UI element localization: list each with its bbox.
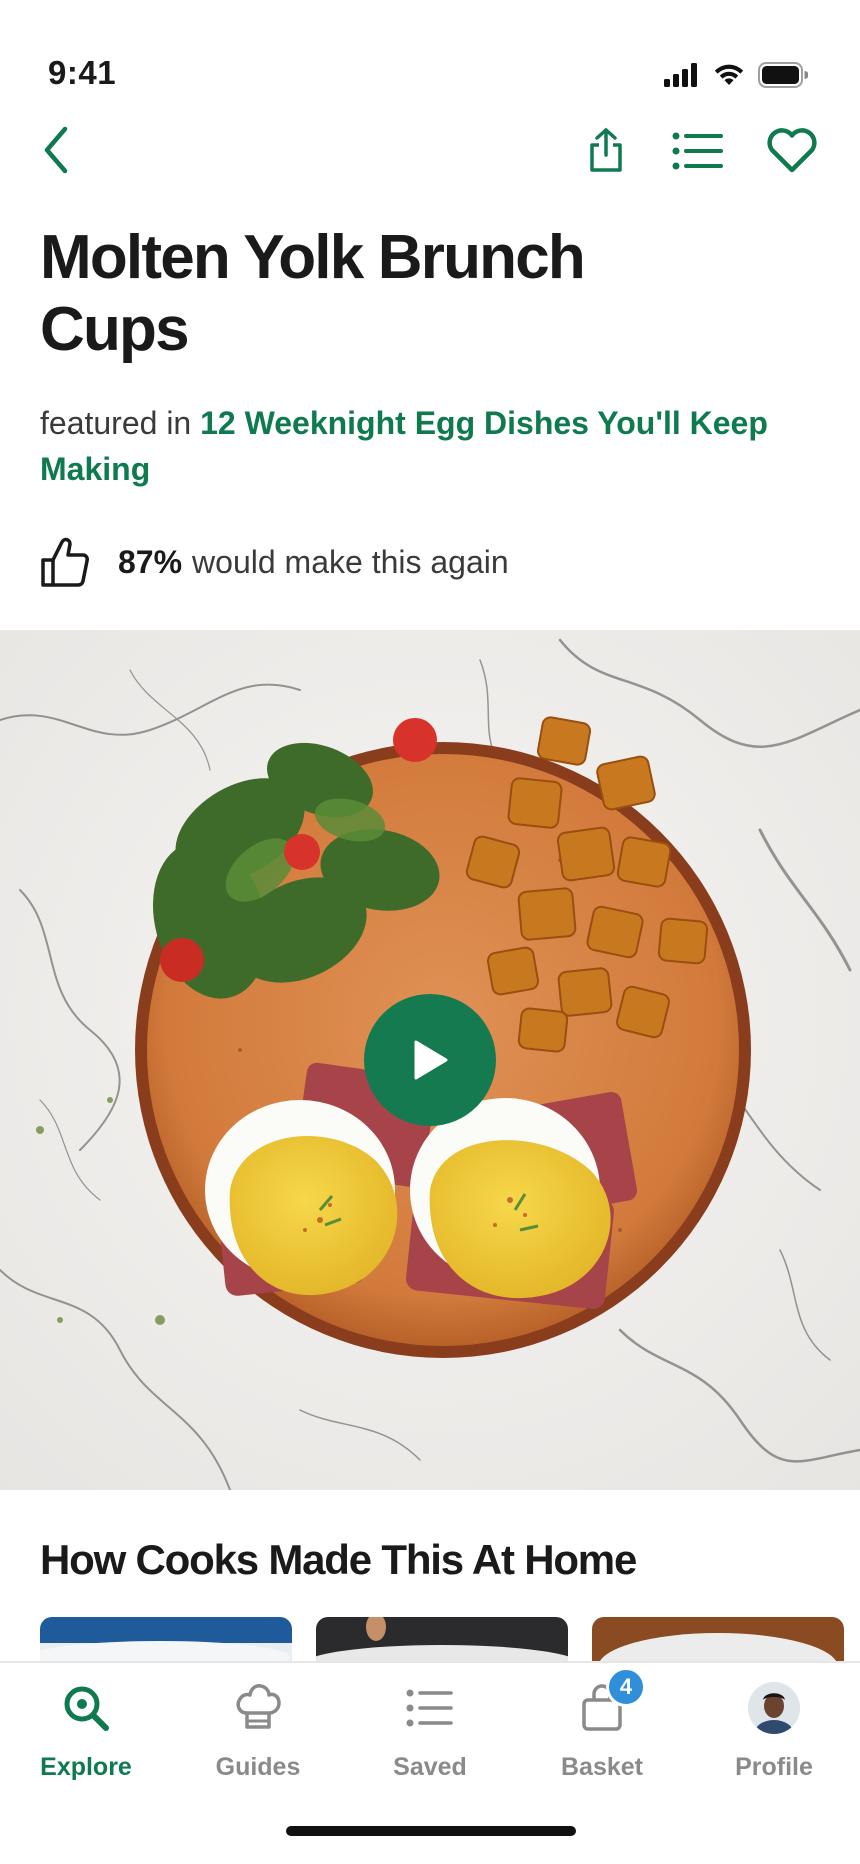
basket-count-badge: 4 xyxy=(606,1667,646,1707)
cook-photo-thumbnail[interactable] xyxy=(40,1617,292,1661)
cook-photo-thumbnail[interactable] xyxy=(592,1617,844,1661)
thumbs-up-icon xyxy=(41,537,89,587)
tab-label: Explore xyxy=(40,1753,132,1781)
tab-label: Guides xyxy=(215,1753,301,1781)
tab-saved-icon-wrap xyxy=(400,1677,460,1739)
avatar-image xyxy=(748,1682,800,1734)
tab-explore-icon-wrap xyxy=(56,1677,116,1739)
explore-search-icon xyxy=(64,1686,109,1731)
tab-profile-icon-wrap xyxy=(744,1677,804,1739)
tab-label: Profile xyxy=(735,1753,813,1781)
tab-profile[interactable]: Profile xyxy=(688,1677,860,1797)
tab-basket-icon-wrap: 4 xyxy=(572,1667,646,1739)
heart-icon xyxy=(767,128,817,173)
featured-prefix: featured in xyxy=(40,405,192,441)
cooks-section-title: How Cooks Made This At Home xyxy=(40,1536,637,1583)
rating-percent: 87% xyxy=(118,543,183,580)
rating-text: 87% would make this again xyxy=(118,544,509,581)
wifi-icon xyxy=(714,64,744,85)
home-indicator[interactable] xyxy=(286,1826,576,1836)
recipe-title: Molten Yolk Brunch Cups xyxy=(40,223,586,364)
tab-basket[interactable]: 4 Basket xyxy=(516,1667,688,1797)
battery-icon xyxy=(758,62,808,88)
tab-saved[interactable]: Saved xyxy=(344,1677,516,1797)
rating-row: 87% would make this again xyxy=(40,532,509,592)
recipe-list-button[interactable] xyxy=(670,128,726,174)
avatar xyxy=(748,1682,800,1734)
share-button[interactable] xyxy=(584,124,628,176)
back-button[interactable] xyxy=(32,122,80,178)
cook-photo xyxy=(40,1617,292,1661)
status-icons xyxy=(664,62,808,88)
tab-guides-icon-wrap xyxy=(228,1677,288,1739)
tab-explore[interactable]: Explore xyxy=(0,1677,172,1797)
tab-label: Basket xyxy=(561,1753,643,1781)
tab-label: Saved xyxy=(393,1753,467,1781)
save-recipe-button[interactable] xyxy=(762,126,822,176)
cook-photo-thumbnail[interactable] xyxy=(316,1617,568,1661)
status-time: 9:41 xyxy=(48,54,117,91)
list-icon xyxy=(672,132,723,170)
cellular-signal-icon xyxy=(664,63,697,87)
status-bar: 9:41 xyxy=(0,0,860,110)
top-nav-bar xyxy=(0,118,860,182)
cook-photos-carousel xyxy=(40,1617,860,1661)
play-video-button[interactable] xyxy=(364,994,496,1126)
rating-caption: would make this again xyxy=(192,543,509,580)
cook-photo xyxy=(316,1617,568,1661)
tab-guides[interactable]: Guides xyxy=(172,1677,344,1797)
play-icon xyxy=(414,1040,448,1080)
featured-in-line: featured in 12 Weeknight Egg Dishes You'… xyxy=(40,400,780,492)
chef-hat-icon xyxy=(236,1684,281,1729)
share-icon xyxy=(590,128,622,172)
chevron-left-icon xyxy=(44,126,68,174)
list-icon xyxy=(406,1689,453,1727)
cook-photo xyxy=(592,1617,844,1661)
